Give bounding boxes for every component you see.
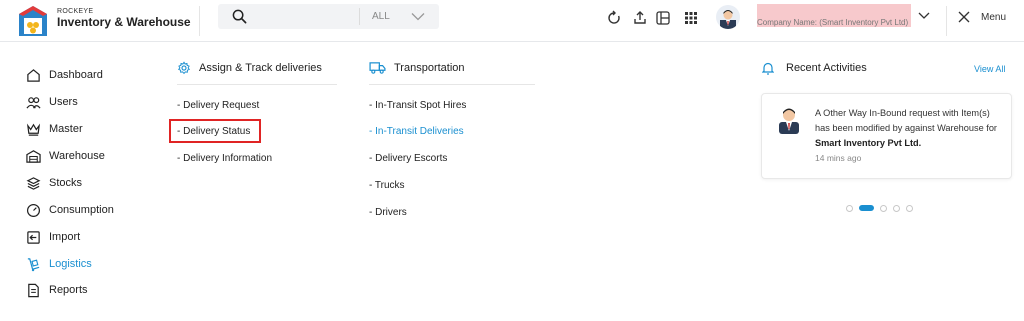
assign-track-heading: Assign & Track deliveries <box>177 61 322 75</box>
section-divider <box>177 84 337 85</box>
refresh-icon[interactable] <box>606 10 622 26</box>
carousel-dot[interactable] <box>893 204 900 212</box>
chevron-down-icon[interactable] <box>411 12 425 21</box>
sidebar-item-import[interactable]: Import <box>26 228 80 246</box>
search-category-select[interactable]: ALL <box>372 11 390 22</box>
transportation-heading: Transportation <box>369 61 465 74</box>
activity-text: A Other Way In-Bound request with Item(s… <box>815 106 1001 151</box>
chevron-down-icon[interactable] <box>918 12 930 20</box>
search-bar[interactable]: ALL <box>218 4 439 29</box>
layers-icon <box>26 176 41 190</box>
sidebar-item-dashboard[interactable]: Dashboard <box>26 66 103 84</box>
brand-subtitle: ROCKEYE <box>57 8 94 15</box>
activity-message: A Other Way In-Bound request with Item(s… <box>815 108 997 133</box>
carousel-dot[interactable] <box>846 204 853 212</box>
apps-grid-icon[interactable] <box>683 10 699 26</box>
link-drivers[interactable]: - Drivers <box>369 207 407 218</box>
link-delivery-request[interactable]: - Delivery Request <box>177 100 259 111</box>
transportation-title: Transportation <box>394 61 465 74</box>
menu-divider <box>946 6 947 36</box>
menu-button[interactable]: Menu <box>981 12 1006 23</box>
search-separator <box>359 8 360 25</box>
assign-track-title: Assign & Track deliveries <box>199 62 322 74</box>
users-icon <box>26 96 41 109</box>
warehouse-icon <box>26 149 41 163</box>
activity-card[interactable]: A Other Way In-Bound request with Item(s… <box>761 93 1012 179</box>
sidebar-item-label: Master <box>49 123 83 135</box>
user-avatar[interactable] <box>716 5 740 29</box>
view-all-link[interactable]: View All <box>974 64 1005 74</box>
activity-avatar <box>779 108 799 134</box>
sidebar-item-warehouse[interactable]: Warehouse <box>26 147 105 165</box>
report-icon <box>28 283 39 297</box>
activity-time: 14 mins ago <box>815 153 862 163</box>
sidebar-item-consumption[interactable]: Consumption <box>26 201 114 219</box>
sidebar-item-label: Stocks <box>49 177 83 189</box>
sidebar-item-label: Users <box>49 96 78 108</box>
link-delivery-escorts[interactable]: - Delivery Escorts <box>369 153 447 164</box>
upload-icon[interactable] <box>632 10 648 26</box>
link-delivery-information[interactable]: - Delivery Information <box>177 153 272 164</box>
header-divider <box>199 6 200 36</box>
sidebar: Dashboard Users Master Warehouse Stocks … <box>0 42 159 321</box>
carousel-dot[interactable] <box>859 205 874 211</box>
company-name: Company Name: (Smart Inventory Pvt Ltd) <box>757 18 909 27</box>
sidebar-item-label: Logistics <box>49 258 92 270</box>
highlight-box <box>169 119 261 143</box>
bell-icon <box>762 62 774 75</box>
sidebar-item-label: Consumption <box>49 204 114 216</box>
top-header: ROCKEYE Inventory & Warehouse ALL Compan… <box>0 0 1024 42</box>
search-icon[interactable] <box>232 9 247 24</box>
carousel-pagination <box>846 204 919 212</box>
recent-activities-title: Recent Activities <box>786 62 867 74</box>
link-in-transit-deliveries[interactable]: - In-Transit Deliveries <box>369 126 464 137</box>
link-in-transit-spot-hires[interactable]: - In-Transit Spot Hires <box>369 100 466 111</box>
sidebar-item-stocks[interactable]: Stocks <box>26 174 82 192</box>
logistics-icon <box>27 257 40 271</box>
import-icon <box>27 230 40 244</box>
brand-name: Inventory & Warehouse <box>57 15 191 29</box>
close-icon[interactable] <box>958 11 970 23</box>
rockeye-logo[interactable] <box>18 5 48 37</box>
sidebar-item-users[interactable]: Users <box>26 93 78 111</box>
gear-icon <box>178 61 190 75</box>
section-divider <box>369 84 535 85</box>
home-icon <box>27 68 40 82</box>
activity-company: Smart Inventory Pvt Ltd. <box>815 138 922 148</box>
layout-icon[interactable] <box>655 10 671 26</box>
sidebar-item-label: Dashboard <box>49 69 103 81</box>
truck-icon <box>369 62 386 74</box>
sidebar-item-master[interactable]: Master <box>26 120 83 138</box>
link-trucks[interactable]: - Trucks <box>369 180 405 191</box>
sidebar-item-label: Warehouse <box>49 150 105 162</box>
carousel-dot[interactable] <box>880 204 887 212</box>
gauge-icon <box>26 203 41 217</box>
crown-icon <box>26 123 41 136</box>
carousel-dot[interactable] <box>906 204 913 212</box>
sidebar-item-logistics[interactable]: Logistics <box>26 255 92 273</box>
sidebar-item-label: Import <box>49 231 81 243</box>
sidebar-item-reports[interactable]: Reports <box>26 281 88 299</box>
sidebar-item-label: Reports <box>49 284 88 296</box>
